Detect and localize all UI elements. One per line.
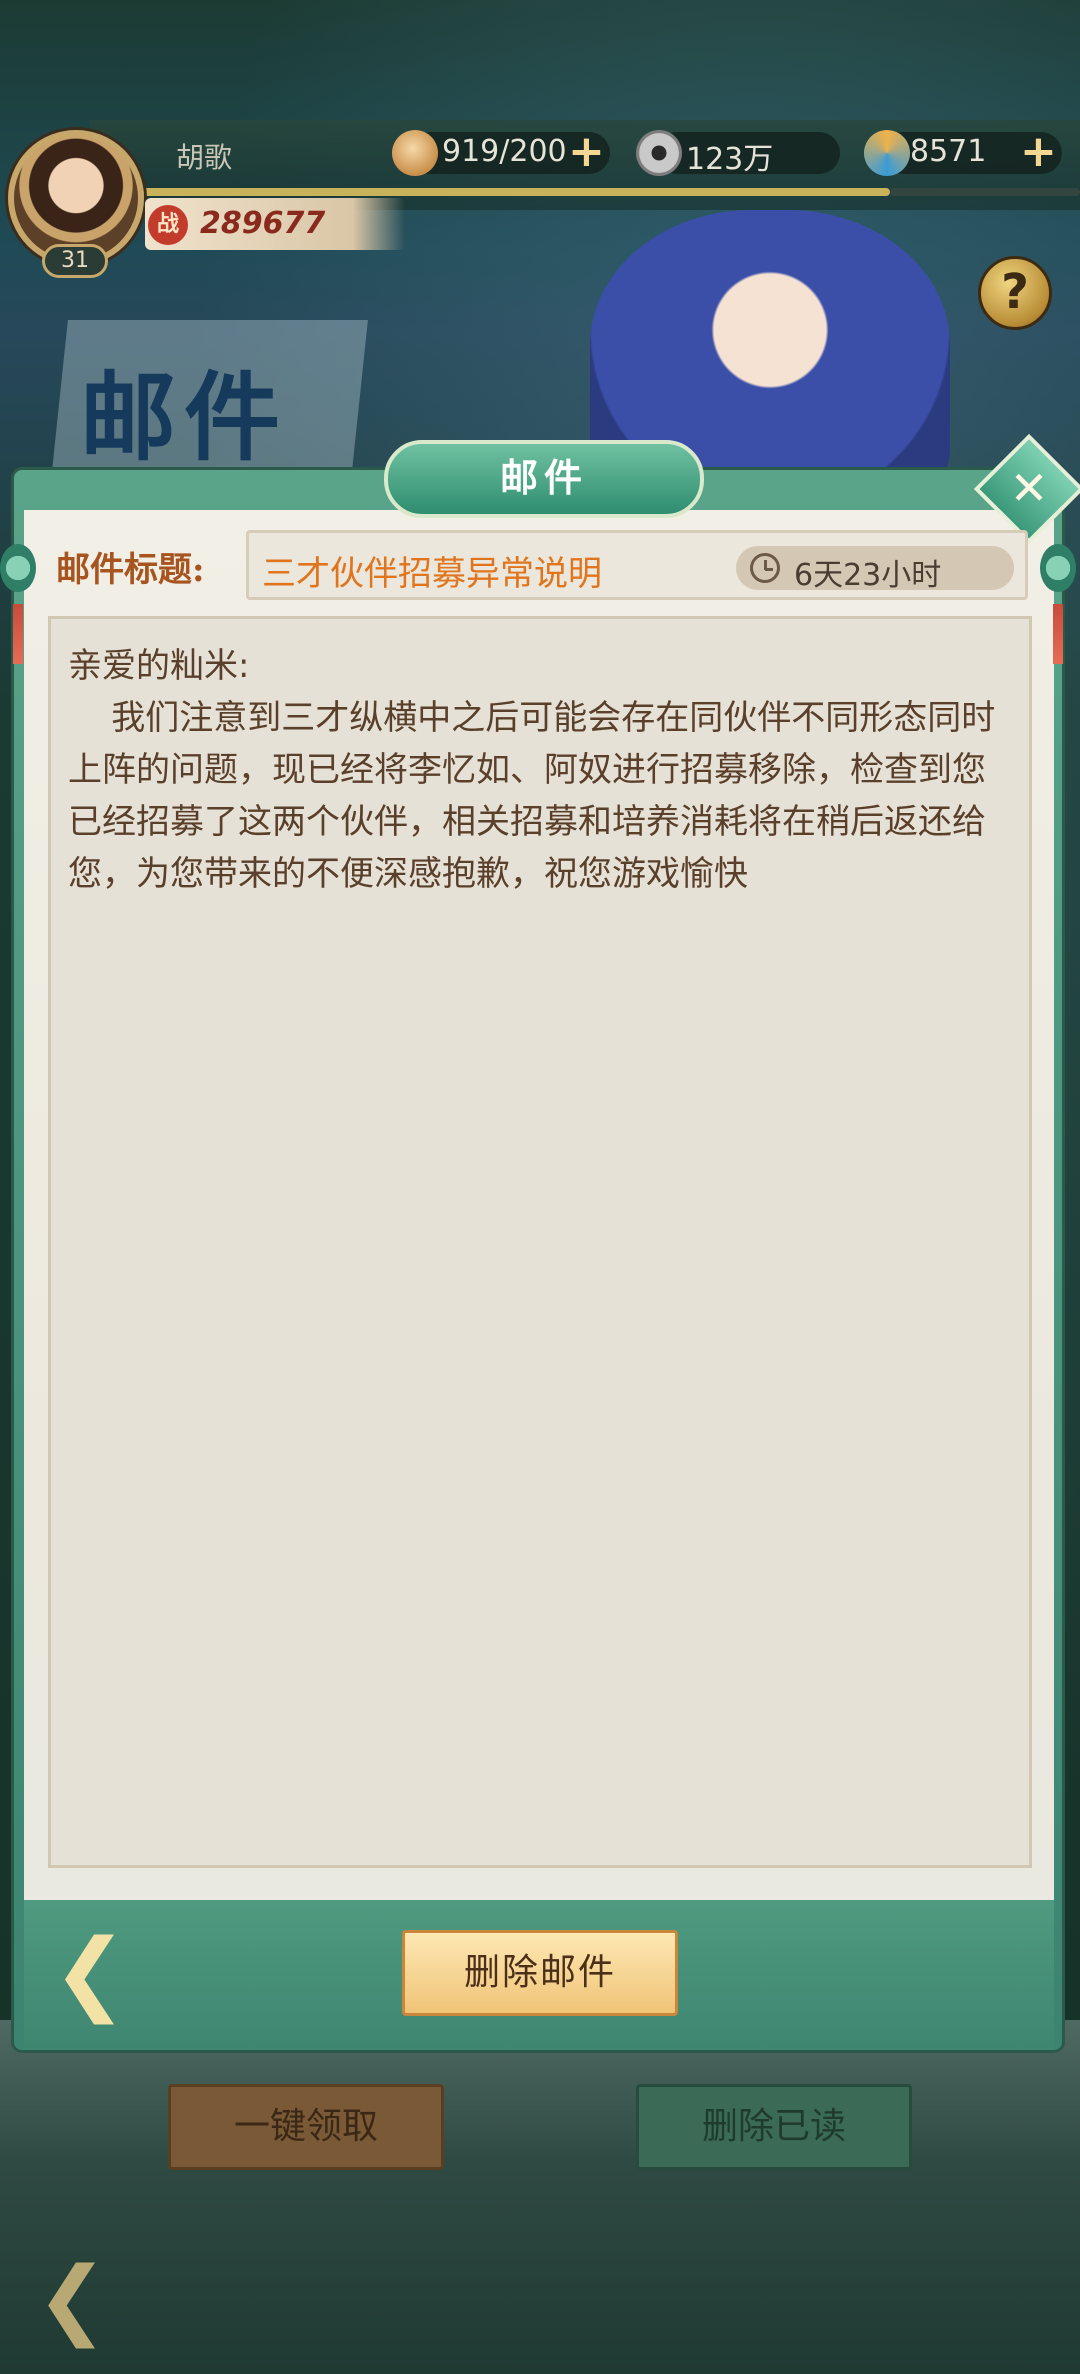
left-tassel	[13, 604, 23, 664]
delete-mail-button[interactable]: 删除邮件	[402, 1930, 678, 2016]
coin-icon	[636, 130, 682, 176]
right-tassel	[1053, 604, 1063, 664]
gem-swirl-icon	[864, 130, 910, 176]
coins-value: 123万	[686, 142, 774, 177]
stamina-bun-icon	[392, 130, 438, 176]
player-level-badge: 31	[42, 244, 108, 278]
subject-label: 邮件标题:	[56, 550, 205, 590]
experience-bar-empty	[890, 188, 1080, 196]
back-arrow-icon[interactable]: ❮	[40, 1928, 140, 2018]
stamina-value: 919/200	[442, 134, 567, 169]
add-gems-button[interactable]: +	[1020, 130, 1057, 174]
delete-read-button[interactable]: 删除已读	[636, 2084, 912, 2170]
right-jade-ornament-icon	[1040, 544, 1076, 592]
mail-subject: 三才伙伴招募异常说明	[262, 554, 602, 594]
help-button[interactable]: ?	[978, 256, 1052, 330]
mail-panel-title: 邮件	[499, 456, 588, 500]
experience-bar-fill	[140, 188, 890, 196]
claim-all-button[interactable]: 一键领取	[168, 2084, 444, 2170]
bottom-background	[0, 2020, 1080, 2374]
clock-icon	[750, 553, 780, 583]
player-name: 胡歌	[176, 141, 233, 174]
gems-value: 8571	[910, 134, 987, 169]
combat-power-icon: 战	[148, 205, 188, 245]
mail-body-text: 亲爱的籼米: 我们注意到三才纵横中之后可能会存在同伙伴不同形态同时上阵的问题，现…	[68, 646, 996, 894]
close-icon[interactable]: ✕	[990, 450, 1068, 528]
add-stamina-button[interactable]: +	[568, 130, 605, 174]
list-back-arrow-icon[interactable]: ❮	[22, 2256, 122, 2344]
mail-banner-title: 邮件	[80, 361, 288, 474]
combat-power-value: 289677	[200, 206, 326, 241]
left-jade-ornament-icon	[0, 544, 36, 592]
expiry-time-left: 6天23小时	[794, 558, 942, 593]
